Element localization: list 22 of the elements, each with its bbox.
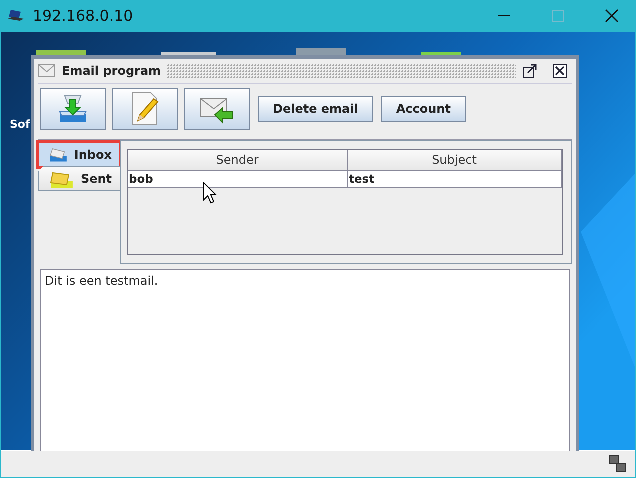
toolbar-button[interactable]	[112, 88, 178, 130]
table-cell: test	[348, 171, 562, 188]
toolbar-button[interactable]	[184, 88, 250, 130]
tab[interactable]: Sent	[38, 166, 120, 191]
desktop-icon-label: Sof	[10, 118, 30, 131]
pointer-icon	[203, 182, 217, 204]
maximize-icon[interactable]	[522, 63, 538, 79]
tab[interactable]: Inbox	[38, 142, 120, 167]
toolbar-button[interactable]: Delete email	[258, 96, 374, 122]
column-header: Subject	[348, 150, 562, 171]
table-cell: bob	[128, 171, 348, 188]
frame-title: Email program	[62, 64, 162, 78]
message-text-area[interactable]: Dit is een testmail.	[40, 269, 570, 451]
close-icon[interactable]	[552, 63, 568, 79]
column-header: Sender	[128, 150, 348, 171]
windows-icon[interactable]	[609, 455, 627, 473]
toolbar-button[interactable]	[40, 88, 106, 130]
toolbar-button[interactable]: Account	[381, 96, 466, 122]
pencil-paper-icon	[130, 91, 160, 127]
laptop-icon	[7, 8, 25, 24]
window-title: 192.168.0.10	[33, 7, 134, 25]
envelope-icon	[38, 64, 56, 78]
